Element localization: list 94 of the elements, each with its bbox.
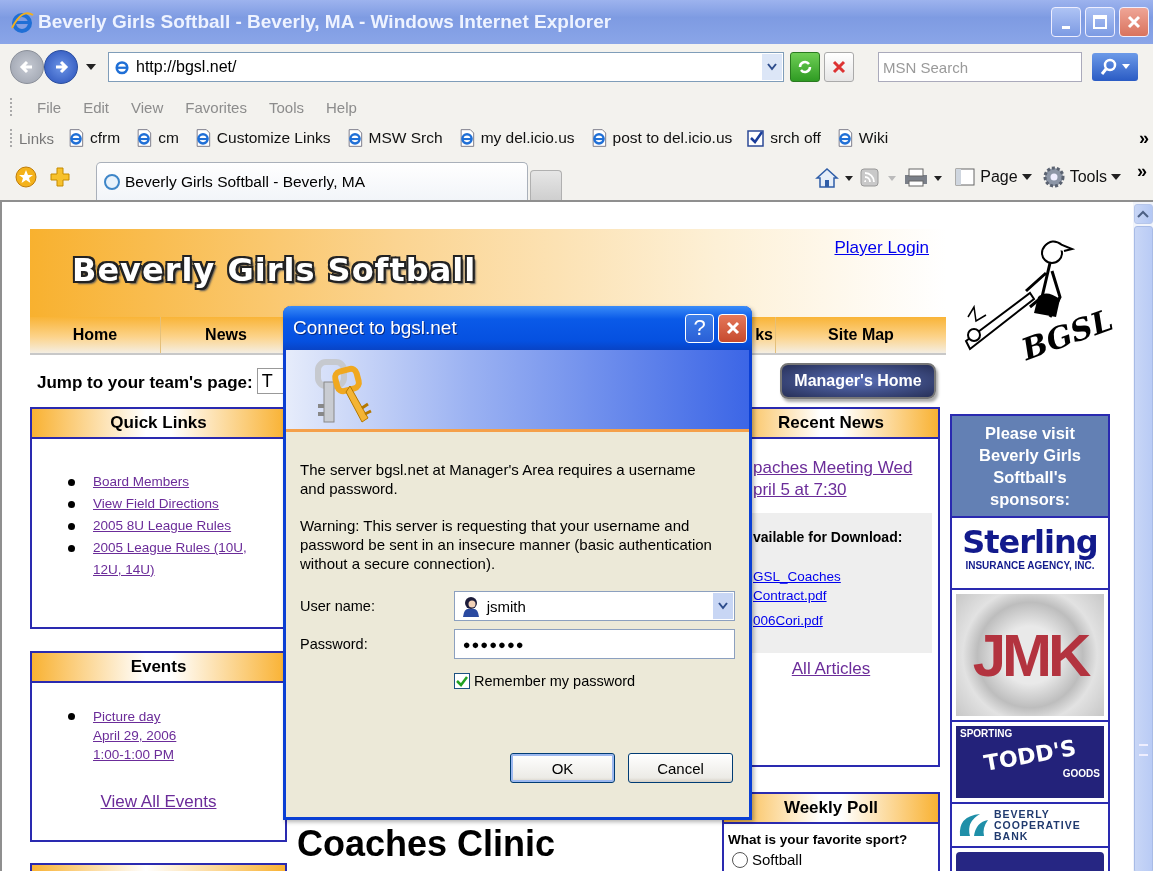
nav-link[interactable]: ks xyxy=(755,326,773,344)
close-icon xyxy=(1126,14,1142,30)
managers-home-button[interactable]: Manager's Home xyxy=(780,363,936,399)
quick-link[interactable]: 2005 League Rules (10U, 12U, 14U) xyxy=(93,537,263,581)
back-button[interactable] xyxy=(10,50,44,84)
caret-icon[interactable] xyxy=(86,64,96,70)
dialog-title: Connect to bgsl.net xyxy=(293,317,458,339)
player-login-link[interactable]: Player Login xyxy=(834,238,929,258)
maximize-button[interactable] xyxy=(1085,7,1115,37)
link-button[interactable]: srch off xyxy=(746,128,821,148)
checkbox[interactable] xyxy=(454,673,470,689)
bullet-icon xyxy=(68,523,75,530)
checkbox-icon xyxy=(746,128,767,148)
circle-icon xyxy=(103,172,121,191)
sponsors-heading: Please visit Beverly Girls Softball's sponsors: xyxy=(952,416,1108,518)
close-icon xyxy=(724,320,741,336)
link-button[interactable]: post to del.icio.us xyxy=(588,128,733,148)
quick-link[interactable]: 2005 8U League Rules xyxy=(93,515,232,537)
dialog-message: The server bgsl.net at Manager's Area requires a username and password. xyxy=(300,460,697,498)
password-label: Password: xyxy=(300,636,369,652)
sponsor-logo[interactable]: Sterling INSURANCE AGENCY, INC. xyxy=(952,518,1108,590)
refresh-icon xyxy=(796,58,814,76)
printer-icon xyxy=(902,166,945,188)
radio-button[interactable] xyxy=(732,851,748,868)
help-button[interactable]: ? xyxy=(685,313,714,343)
link-button[interactable]: Wiki xyxy=(834,128,889,148)
close-icon xyxy=(831,59,847,75)
quick-link[interactable]: Board Members xyxy=(93,471,190,493)
plus-icon xyxy=(48,165,72,189)
quick-link[interactable]: View Field Directions xyxy=(93,493,219,515)
page-menu-button[interactable]: Page xyxy=(954,166,1032,188)
news-link[interactable]: paches Meeting Wed pril 5 at 7:30 xyxy=(753,457,938,501)
panel-title: Recent News xyxy=(778,413,884,433)
search-button[interactable] xyxy=(1092,53,1138,81)
link-button[interactable]: MSW Srch xyxy=(344,128,443,148)
username-label: User name: xyxy=(300,598,376,614)
username-field[interactable]: jsmith xyxy=(453,591,735,621)
cancel-button[interactable]: Cancel xyxy=(628,753,733,783)
close-button[interactable] xyxy=(1119,7,1149,37)
ok-button[interactable]: OK xyxy=(510,753,615,783)
remember-label: Remember my password xyxy=(474,673,636,689)
poll-question: What is your favorite sport? xyxy=(727,831,909,849)
window-title: Beverly Girls Softball - Beverly, MA - Windows Internet Explorer xyxy=(38,11,613,33)
panel-title: Quick Links xyxy=(110,413,207,433)
house-icon xyxy=(814,166,855,188)
more-commands-button[interactable]: » xyxy=(1137,160,1147,182)
bullet-icon xyxy=(68,479,75,486)
jump-label: Jump to your team's page: xyxy=(37,373,253,393)
link-button[interactable]: cm xyxy=(134,128,179,148)
stop-button[interactable] xyxy=(824,52,854,82)
more-links-button[interactable]: » xyxy=(1139,127,1149,149)
minimize-button[interactable] xyxy=(1051,7,1081,37)
security-warning: Warning: This server is requesting that your username and password be sent in an insecure manner (basic authentication without a secure connection). xyxy=(300,516,713,573)
bullet-icon xyxy=(68,713,75,720)
forward-button[interactable] xyxy=(44,50,78,84)
article-headline: Coaches Clinic xyxy=(296,823,557,865)
feed-icon xyxy=(858,166,899,188)
search-field[interactable]: MSN Search xyxy=(878,52,1082,82)
download-heading: vailable for Download: xyxy=(753,529,904,545)
bullet-icon xyxy=(68,545,75,552)
nav-link[interactable]: Home xyxy=(30,317,160,353)
print-button[interactable] xyxy=(902,166,945,188)
scroll-up-button[interactable] xyxy=(1133,204,1153,224)
panel-title: Events xyxy=(130,657,187,677)
browser-tab[interactable]: Beverly Girls Softball - Beverly, MA xyxy=(96,162,528,200)
site-title: Beverly Girls Softball xyxy=(72,251,477,289)
minimize-icon xyxy=(1062,25,1070,29)
links-label: Links xyxy=(19,129,55,147)
scrollbar-thumb[interactable] xyxy=(1133,226,1153,871)
file-link[interactable]: GSL_Coaches Contract.pdf xyxy=(753,567,932,605)
link-button[interactable]: Customize Links xyxy=(192,128,331,148)
all-articles-link[interactable]: All Articles xyxy=(791,659,871,678)
password-field[interactable]: ●●●●●●● xyxy=(453,629,735,659)
event-link[interactable]: Picture day April 29, 2006 1:00-1:00 PM xyxy=(93,707,177,764)
file-link[interactable]: 006Cori.pdf xyxy=(753,611,932,630)
checkmark-icon xyxy=(455,674,469,688)
maximize-icon xyxy=(1092,14,1108,30)
bullet-icon xyxy=(68,501,75,508)
caret-icon xyxy=(1111,174,1121,180)
address-field[interactable]: http://bgsl.net/ xyxy=(108,52,784,82)
refresh-button[interactable] xyxy=(790,52,820,82)
tools-menu-button[interactable]: Tools xyxy=(1041,165,1121,189)
favorites-star-button[interactable] xyxy=(12,163,40,191)
browser-logo-icon xyxy=(10,10,34,34)
gear-icon xyxy=(1041,165,1066,189)
view-all-events-link[interactable]: View All Events xyxy=(100,792,217,811)
panel-title: Weekly Poll xyxy=(783,798,879,818)
link-button[interactable]: cfrm xyxy=(66,128,121,148)
search-icon xyxy=(1098,58,1132,76)
home-button[interactable] xyxy=(814,166,855,188)
link-button[interactable]: my del.icio.us xyxy=(456,128,575,148)
caret-icon xyxy=(1021,174,1032,180)
nav-link[interactable]: Site Map xyxy=(775,317,946,353)
option-label: Softball xyxy=(752,851,803,868)
